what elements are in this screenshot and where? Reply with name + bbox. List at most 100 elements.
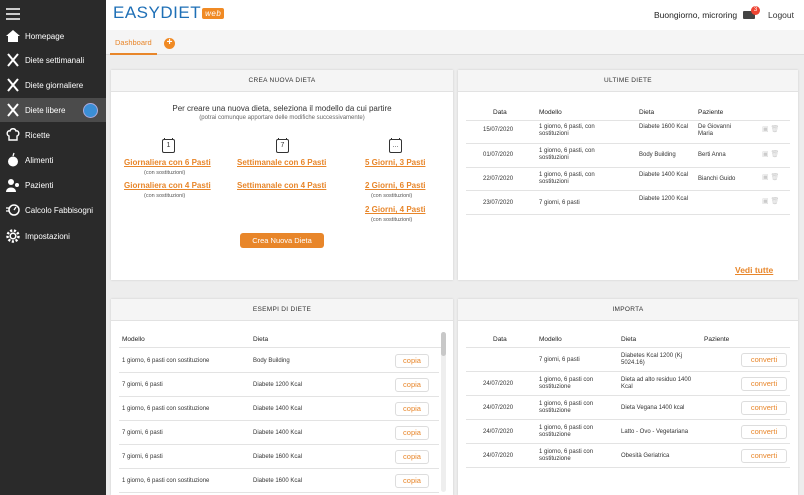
cell-dieta: Diabete 1600 Kcal: [253, 478, 303, 484]
home-icon: [5, 28, 21, 44]
divider: [119, 468, 439, 469]
copia-button[interactable]: copia: [395, 474, 429, 488]
vedi-tutte-link[interactable]: Vedi tutte: [735, 265, 773, 275]
cell-modello: 7 giorni, 6 pasti: [122, 382, 163, 388]
sidebar: Homepage Diete settimanali Diete giornal…: [0, 0, 106, 495]
copia-button[interactable]: copia: [395, 354, 429, 368]
sidebar-item-ricette[interactable]: Ricette: [0, 123, 106, 147]
cell-modello: 1 giorno, 6 pasti con sostituzione: [122, 358, 210, 364]
giornaliera-4-pasti-link[interactable]: Giornaliera con 4 Pasti: [124, 181, 211, 190]
sidebar-item-alimenti[interactable]: Alimenti: [0, 148, 106, 172]
sidebar-item-homepage[interactable]: Homepage: [0, 24, 106, 48]
gear-icon: [5, 228, 21, 244]
divider: [466, 190, 790, 191]
cell-dieta: Diabete 1200 Kcal: [639, 196, 689, 202]
add-tab-button[interactable]: +: [164, 38, 175, 49]
users-icon: [5, 177, 21, 193]
col-header-paziente: Paziente: [698, 109, 724, 116]
settimanale-6-pasti-link[interactable]: Settimanale con 6 Pasti: [237, 158, 326, 167]
divider: [119, 492, 439, 493]
5-giorni-3-pasti-link[interactable]: 5 Giorni, 3 Pasti: [365, 158, 425, 167]
giornaliera-6-pasti-link[interactable]: Giornaliera con 6 Pasti: [124, 158, 211, 167]
cutlery-icon: [5, 102, 21, 118]
col-header-dieta: Dieta: [639, 109, 655, 116]
sidebar-item-diete-settimanali[interactable]: Diete settimanali: [0, 48, 106, 72]
sidebar-item-calcolo-fabbisogni[interactable]: Calcolo Fabbisogni: [0, 198, 106, 222]
calendar-dots-icon: ...: [389, 138, 402, 153]
cell-modello: 1 giorno, 6 pasti con sostituzione: [122, 478, 210, 484]
menu-icon[interactable]: [6, 8, 20, 23]
converti-button[interactable]: converti: [741, 377, 787, 391]
divider: [119, 444, 439, 445]
converti-button[interactable]: converti: [741, 401, 787, 415]
settimanale-4-pasti-link[interactable]: Settimanale con 4 Pasti: [237, 181, 326, 190]
cell-data: 23/07/2020: [483, 200, 514, 206]
divider: [466, 419, 790, 420]
divider: [119, 347, 445, 348]
cell-dieta: Body Building: [253, 358, 290, 364]
col-header-data: Data: [493, 109, 507, 116]
cutlery-icon: [5, 52, 21, 68]
sidebar-item-diete-libere[interactable]: Diete libere: [0, 98, 106, 122]
divider: [466, 443, 790, 444]
cell-dieta: Diabete 1200 Kcal: [253, 382, 303, 388]
logo[interactable]: EASYDIET web: [113, 3, 225, 23]
col-header-paziente: Paziente: [704, 336, 730, 343]
logout-link[interactable]: Logout: [768, 10, 794, 20]
cell-dieta: Latto - Ovo - Vegetariana: [621, 429, 689, 435]
panel-title: ESEMPI DI DIETE: [111, 299, 453, 321]
crea-nuova-dieta-button[interactable]: Crea Nuova Dieta: [240, 233, 324, 248]
cell-data: 24/07/2020: [483, 429, 514, 435]
tab-dashboard[interactable]: Dashboard: [110, 30, 157, 55]
notification-badge: 3: [751, 6, 760, 15]
scrollbar-thumb[interactable]: [441, 332, 446, 356]
crea-intro-sub: (potrai comunque apportare delle modific…: [199, 115, 365, 121]
copia-button[interactable]: copia: [395, 378, 429, 392]
divider: [466, 371, 790, 372]
copy-delete-icons[interactable]: ▣ 🗑: [762, 125, 779, 133]
copy-delete-icons[interactable]: ▣ 🗑: [762, 173, 779, 181]
cell-paziente: Bianchi Guido: [698, 176, 736, 182]
cell-dieta: Dieta ad alto residuo 1400 Kcal: [621, 377, 692, 390]
copy-delete-icons[interactable]: ▣ 🗑: [762, 197, 779, 205]
sidebar-item-pazienti[interactable]: Pazienti: [0, 173, 106, 197]
col-header-modello: Modello: [122, 336, 145, 343]
copia-button[interactable]: copia: [395, 450, 429, 464]
cell-dieta: Dieta Vegana 1400 kcal: [621, 405, 685, 411]
col-header-dieta: Dieta: [621, 336, 637, 343]
sub-label: (con sostituzioni): [371, 193, 413, 199]
apple-icon: [5, 152, 21, 168]
cell-dieta: Diabete 1600 Kcal: [253, 454, 303, 460]
cell-data: 24/07/2020: [483, 381, 514, 387]
copia-button[interactable]: copia: [395, 426, 429, 440]
converti-button[interactable]: converti: [741, 353, 787, 367]
toggle-icon[interactable]: [83, 102, 98, 118]
panel-title: ULTIME DIETE: [458, 70, 798, 92]
sub-label: (con sostituzioni): [371, 217, 413, 223]
sidebar-item-impostazioni[interactable]: Impostazioni: [0, 224, 106, 248]
cell-data: 15/07/2020: [483, 127, 514, 133]
cell-data: 22/07/2020: [483, 176, 514, 182]
copy-delete-icons[interactable]: ▣ 🗑: [762, 150, 779, 158]
importa-panel: IMPORTA Data Modello Dieta Paziente 7 gi…: [458, 299, 798, 495]
cell-modello: 1 giorno, 6 pasti con sostituzione: [539, 377, 594, 390]
2-giorni-4-pasti-link[interactable]: 2 Giorni, 4 Pasti: [365, 205, 425, 214]
greeting: Buongiorno, microring: [654, 10, 738, 20]
2-giorni-6-pasti-link[interactable]: 2 Giorni, 6 Pasti: [365, 181, 425, 190]
cell-modello: 1 giorno, 6 pasti con sostituzione: [539, 401, 594, 414]
tab-bar: Dashboard +: [106, 30, 804, 55]
cell-modello: 1 giorno, 6 pasti con sostituzione: [122, 406, 210, 412]
scrollbar-track[interactable]: [441, 332, 446, 492]
copia-button[interactable]: copia: [395, 402, 429, 416]
divider: [466, 143, 790, 144]
converti-button[interactable]: converti: [741, 449, 787, 463]
calendar-1-icon: 1: [162, 138, 175, 153]
sidebar-item-diete-giornaliere[interactable]: Diete giornaliere: [0, 73, 106, 97]
cell-modello: 7 giorni, 6 pasti: [539, 357, 580, 363]
converti-button[interactable]: converti: [741, 425, 787, 439]
divider: [466, 467, 790, 468]
cell-dieta: Diabete 1600 Kcal: [639, 124, 689, 130]
cell-modello: 1 giorno, 6 pasti, con sostituzioni: [539, 124, 595, 137]
col-header-data: Data: [493, 336, 507, 343]
cell-modello: 7 giorni, 6 pasti: [122, 430, 163, 436]
